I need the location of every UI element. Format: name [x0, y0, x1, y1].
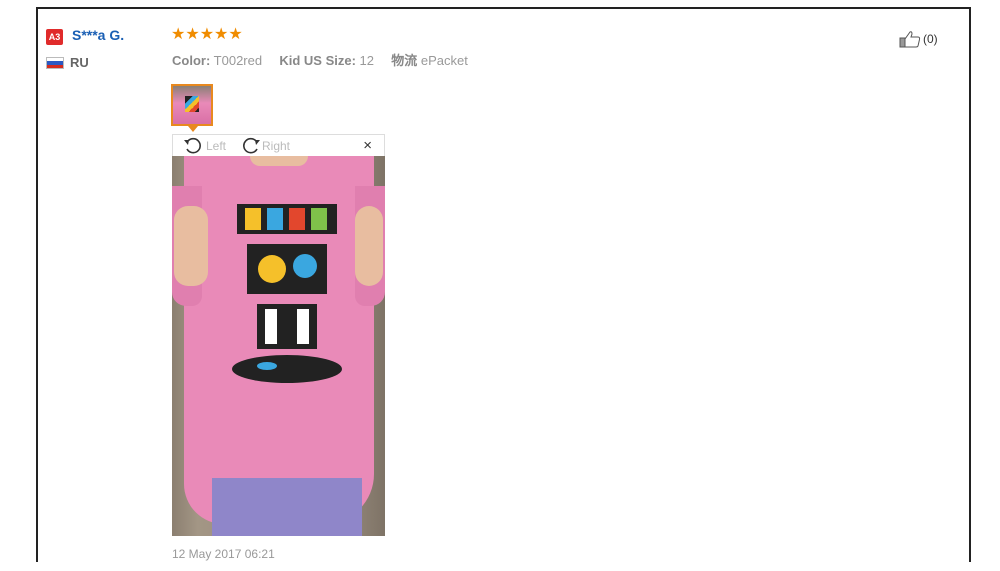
photo-viewer-toolbar: Left Right ×	[172, 134, 385, 156]
order-attributes: Color: T002red Kid US Size: 12 物流 ePacke…	[172, 50, 468, 69]
shipping-label: 物流	[391, 53, 418, 68]
rotate-right-icon	[243, 137, 260, 154]
review-photo-large	[172, 156, 385, 536]
rotate-left-button[interactable]: Left	[183, 137, 226, 155]
reviewer-country: RU	[70, 55, 89, 70]
color-value: T002red	[213, 53, 263, 68]
rotate-right-button[interactable]: Right	[239, 137, 290, 155]
helpful-button[interactable]: (0)	[899, 30, 938, 48]
helpful-count: (0)	[923, 32, 938, 46]
size-value: 12	[359, 53, 375, 68]
color-label: Color:	[172, 53, 211, 68]
rotate-left-icon	[184, 137, 201, 154]
review-date: 12 May 2017 06:21	[172, 547, 275, 561]
shipping-value: ePacket	[420, 53, 468, 68]
rotate-right-label: Right	[262, 139, 291, 153]
star-rating: ★★★★★	[171, 26, 243, 43]
rotate-left-label: Left	[206, 139, 227, 153]
review-photo-thumbnail[interactable]	[171, 84, 213, 126]
size-label: Kid US Size:	[279, 53, 356, 68]
buyer-level-badge: A3	[46, 29, 63, 45]
reviewer-name-link[interactable]: S***a G.	[72, 27, 124, 43]
thumbs-up-icon	[899, 31, 921, 48]
selected-thumbnail-caret	[188, 126, 198, 132]
close-icon[interactable]: ×	[363, 137, 372, 154]
russia-flag-icon	[46, 57, 64, 69]
